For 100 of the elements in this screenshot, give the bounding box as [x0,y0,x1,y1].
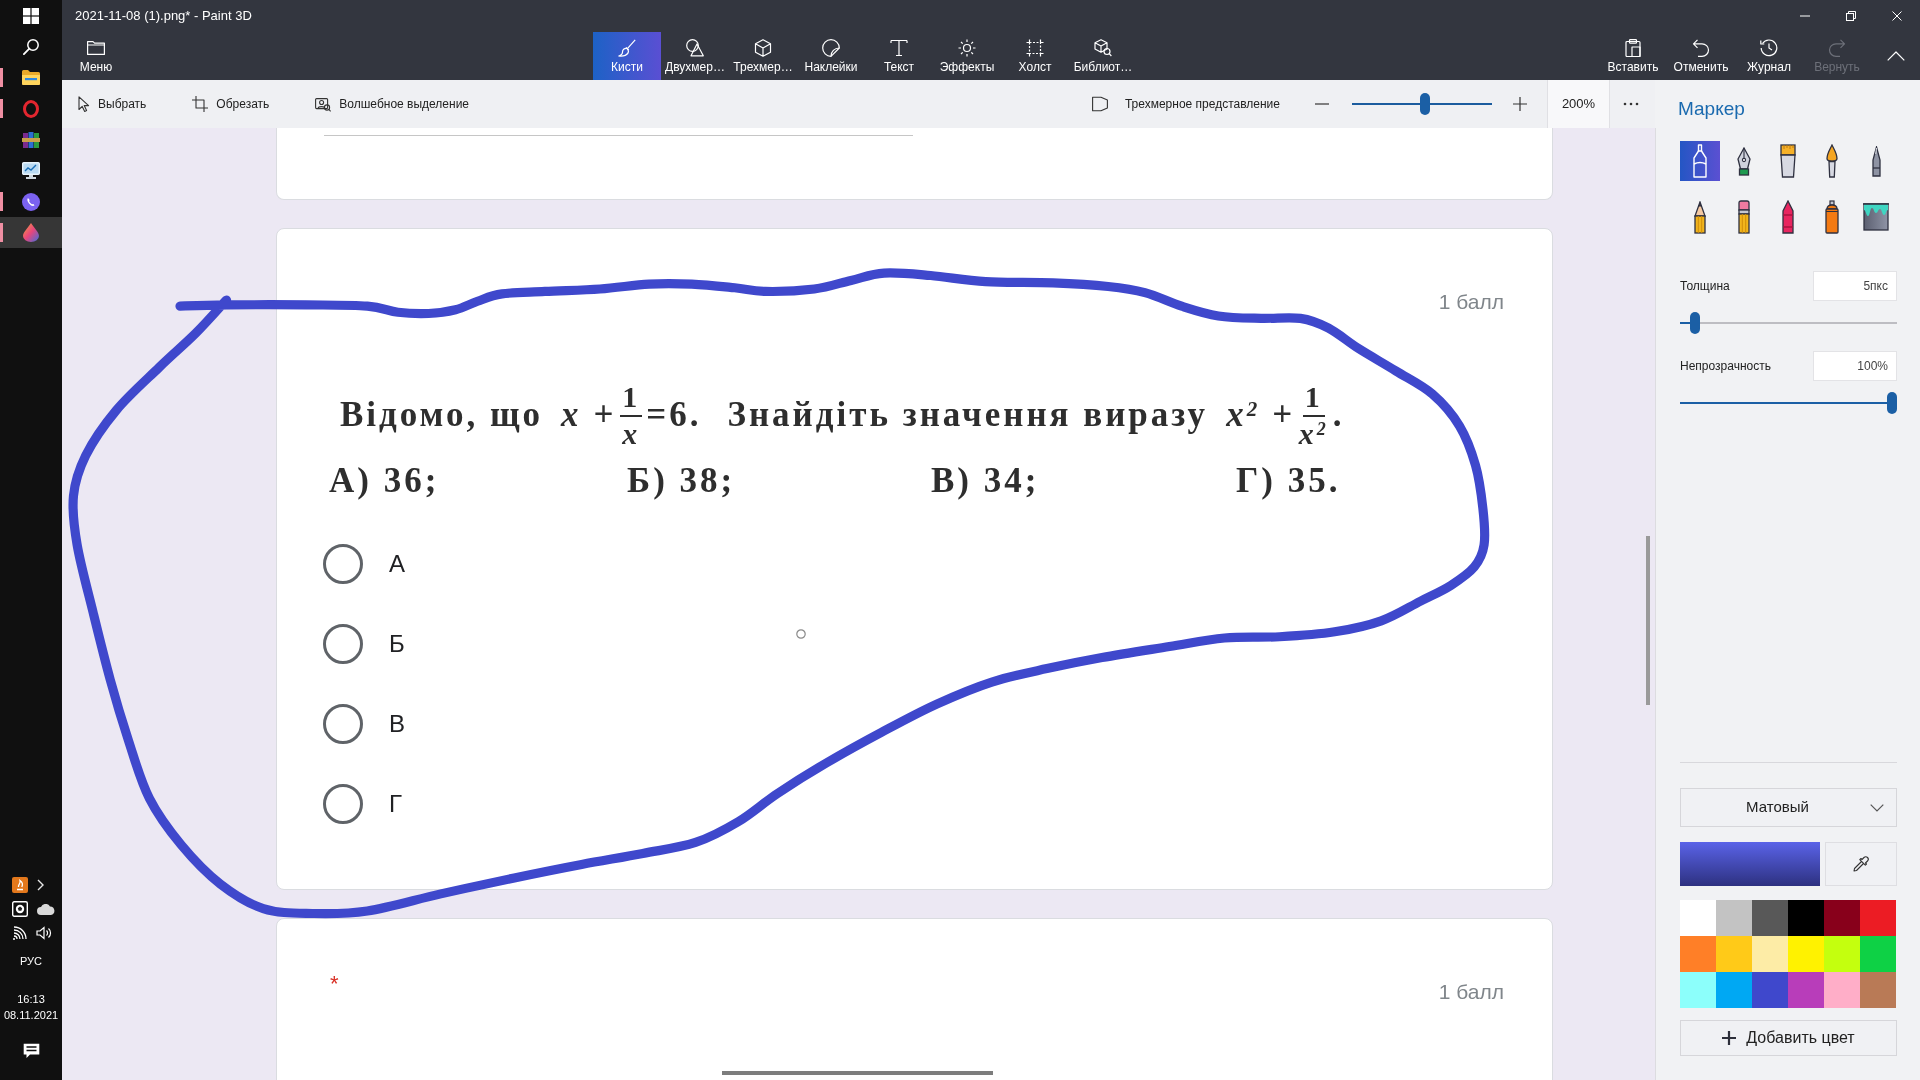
opacity-field[interactable]: 100% [1813,351,1897,381]
select-tool[interactable]: Выбрать [78,95,147,113]
setting-label: Толщина [1680,278,1730,295]
radio-button[interactable] [323,704,363,744]
phone-bubble-icon [22,192,40,211]
sticker-icon [822,38,840,57]
points-label: 1 балл [1438,980,1504,1004]
text-icon [890,38,908,57]
restore-icon [1846,11,1856,21]
color-swatch[interactable] [1824,900,1860,936]
ribbon-tab[interactable]: Наклейки [797,32,865,80]
opacity-slider[interactable] [1680,392,1897,414]
ball-tile-icon[interactable] [12,901,28,917]
language-indicator[interactable]: РУС [16,951,46,971]
clock-time[interactable]: 16:13 [17,991,45,1007]
brush-icon [618,38,636,57]
color-swatch[interactable] [1860,936,1896,972]
radio-button[interactable] [323,624,363,664]
volume-icon[interactable] [36,926,52,940]
answer-choice: Б) 38; [627,461,737,501]
chevron-right-icon[interactable] [37,879,44,891]
thickness-slider[interactable] [1680,312,1897,334]
color-swatch[interactable] [1752,972,1788,1008]
crop-tool[interactable]: Обрезать [192,95,270,113]
color-swatch[interactable] [1824,972,1860,1008]
color-swatch[interactable] [1752,900,1788,936]
notification-icon [22,1043,40,1059]
color-swatch[interactable] [1716,900,1752,936]
fountain-pen-icon [1737,146,1751,176]
slider-thumb[interactable] [1690,312,1701,334]
redo-icon [1828,38,1846,57]
crop-icon [192,96,209,112]
current-color-preview[interactable] [1680,842,1820,886]
ribbon-tab[interactable]: Эффекты [933,32,1001,80]
wifi-icon[interactable] [12,926,27,940]
color-swatch[interactable] [1680,972,1716,1008]
thickness-field[interactable]: 5пкс [1813,271,1897,301]
brush-option[interactable] [1680,141,1720,181]
history-button[interactable]: Журнал [1735,32,1803,80]
search-icon [23,38,39,55]
points-label: 1 балл [1438,290,1504,314]
required-mark: * [330,972,339,996]
crayon-icon [1782,200,1794,234]
ribbon-tab[interactable]: Двухмер… [661,32,729,80]
paste-button[interactable]: Вставить [1599,32,1667,80]
color-swatch[interactable] [1788,936,1824,972]
cloud-icon[interactable] [37,903,55,915]
picture-search-icon [315,96,332,112]
vertical-scrollbar[interactable] [1646,536,1650,705]
cursor-icon [78,96,90,112]
color-swatch[interactable] [1824,936,1860,972]
add-color-button[interactable]: Добавить цвет [1680,1020,1897,1056]
horizontal-scrollbar[interactable] [722,1071,993,1075]
ribbon-tab[interactable]: Текст [865,32,933,80]
eraser-pencil-icon [1738,200,1750,234]
zoom-percent-field[interactable]: 200% [1547,80,1610,128]
finish-dropdown[interactable]: Матовый [1680,788,1897,827]
option-label: А [389,549,405,579]
pen-icon [1871,145,1881,177]
marker-icon [1692,144,1708,178]
option-label: Б [389,629,405,659]
cube-search-icon [1094,38,1112,57]
answer-choice: Г) 35. [1236,461,1342,501]
color-swatch[interactable] [1716,936,1752,972]
flame-tile-icon[interactable] [12,877,28,893]
ribbon-tab[interactable]: Трехмер… [729,32,797,80]
clock-date[interactable]: 08.11.2021 [3,1007,59,1023]
minus-icon [1315,103,1329,105]
slider-thumb[interactable] [1887,392,1897,414]
shapes-icon [686,38,704,57]
undo-button[interactable]: Отменить [1667,32,1735,80]
ribbon-tab[interactable]: Библиот… [1069,32,1137,80]
undo-icon [1692,38,1710,57]
window-title: 2021-11-08 (1).png* - Paint 3D [74,7,252,26]
color-swatch[interactable] [1788,900,1824,936]
view-3d-button[interactable]: Трехмерное представление [1091,95,1280,113]
color-swatch[interactable] [1680,936,1716,972]
color-swatch[interactable] [1788,972,1824,1008]
color-swatch[interactable] [1860,972,1896,1008]
cube-icon [754,38,772,57]
zoom-slider[interactable] [1352,93,1492,115]
crop-frame-icon [1026,38,1044,57]
color-swatch[interactable] [1752,936,1788,972]
color-swatch[interactable] [1680,900,1716,936]
spray-can-icon [1825,200,1839,234]
slider-thumb[interactable] [1419,93,1430,115]
ribbon-tab[interactable]: Холст [1001,32,1069,80]
setting-label: Непрозрачность [1680,358,1771,375]
color-swatch[interactable] [1716,972,1752,1008]
radio-button[interactable] [323,544,363,584]
color-swatch[interactable] [1860,900,1896,936]
radio-button[interactable] [323,784,363,824]
history-icon [1760,38,1778,57]
ribbon-tab[interactable]: Кисти [593,32,661,80]
menu-button[interactable]: Меню [70,32,122,80]
round-brush-icon [1826,144,1838,178]
close-icon [1892,11,1902,21]
folder-icon [22,70,40,85]
option-label: В [389,709,405,739]
magic-select-tool[interactable]: Волшебное выделение [315,95,470,113]
